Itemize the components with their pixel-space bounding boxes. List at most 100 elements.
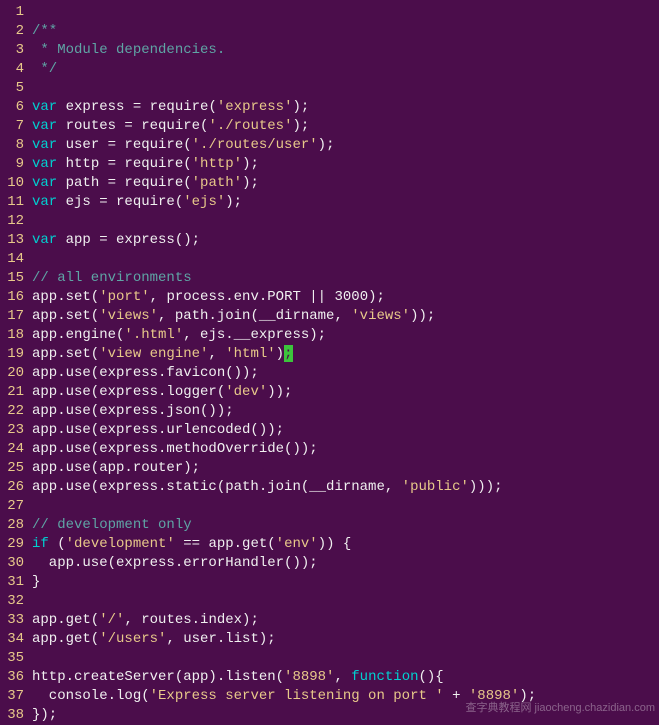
line-number: 36 [0, 668, 24, 687]
line-number: 33 [0, 611, 24, 630]
code-line: var path = require('path'); [32, 174, 659, 193]
code-line: app.set('view engine', 'html'); [32, 345, 659, 364]
code-editor: 1234567891011121314151617181920212223242… [0, 0, 659, 725]
code-content: /** * Module dependencies. */ var express… [32, 3, 659, 725]
code-line: app.set('views', path.join(__dirname, 'v… [32, 307, 659, 326]
token-str: './routes/user' [192, 137, 318, 153]
line-number: 17 [0, 307, 24, 326]
line-number: 30 [0, 554, 24, 573]
token-str: 'env' [276, 536, 318, 552]
token-kw: var [32, 175, 57, 191]
token-kw: var [32, 194, 57, 210]
token-ident: app = express(); [57, 232, 200, 248]
line-number: 9 [0, 155, 24, 174]
token-ident: app.engine( [32, 327, 124, 343]
line-number: 25 [0, 459, 24, 478]
line-number: 16 [0, 288, 24, 307]
token-ident: + [444, 688, 469, 704]
line-number: 34 [0, 630, 24, 649]
token-str: 'view engine' [99, 346, 208, 362]
code-line: var express = require('express'); [32, 98, 659, 117]
token-ident: app.get( [32, 612, 99, 628]
token-ident: app.use(app.router); [32, 460, 200, 476]
token-ident: app.use(express.errorHandler()); [32, 555, 318, 571]
token-ident: } [32, 574, 40, 590]
token-ident: ); [368, 289, 385, 305]
token-ident: , path.join(__dirname, [158, 308, 351, 324]
line-number: 7 [0, 117, 24, 136]
token-ident: , [334, 669, 351, 685]
token-comment: */ [32, 61, 57, 77]
code-line: * Module dependencies. [32, 41, 659, 60]
code-line: http.createServer(app).listen('8898', fu… [32, 668, 659, 687]
token-ident: user = require( [57, 137, 191, 153]
token-ident: console.log( [32, 688, 150, 704]
code-line: app.use(express.logger('dev')); [32, 383, 659, 402]
code-line: /** [32, 22, 659, 41]
token-ident: ); [519, 688, 536, 704]
code-line: app.get('/users', user.list); [32, 630, 659, 649]
token-ident: ))); [469, 479, 503, 495]
token-num: 3000 [334, 289, 368, 305]
code-line: var routes = require('./routes'); [32, 117, 659, 136]
code-line: }); [32, 706, 659, 725]
code-line: app.use(express.favicon()); [32, 364, 659, 383]
line-number: 11 [0, 193, 24, 212]
token-ident: routes = require( [57, 118, 208, 134]
line-number: 10 [0, 174, 24, 193]
line-number: 5 [0, 79, 24, 98]
token-ident: , user.list); [166, 631, 275, 647]
line-number: 38 [0, 706, 24, 725]
line-number: 21 [0, 383, 24, 402]
line-number: 31 [0, 573, 24, 592]
token-ident: path = require( [57, 175, 191, 191]
token-kw: var [32, 137, 57, 153]
token-str: 'dev' [225, 384, 267, 400]
line-number: 8 [0, 136, 24, 155]
token-ident: app.use(express.favicon()); [32, 365, 259, 381]
line-number: 23 [0, 421, 24, 440]
token-ident: ); [225, 194, 242, 210]
token-ident: }); [32, 707, 57, 723]
token-comment: // development only [32, 517, 192, 533]
token-comment: /** [32, 23, 57, 39]
line-number: 26 [0, 478, 24, 497]
code-line: app.engine('.html', ejs.__express); [32, 326, 659, 345]
token-str: 'express' [217, 99, 293, 115]
line-number: 27 [0, 497, 24, 516]
token-str: '.html' [124, 327, 183, 343]
line-number: 18 [0, 326, 24, 345]
token-ident: app.set( [32, 308, 99, 324]
token-ident: , ejs.__express); [183, 327, 326, 343]
token-ident: )); [410, 308, 435, 324]
token-ident: ); [242, 156, 259, 172]
code-line [32, 497, 659, 516]
code-line: app.use(express.static(path.join(__dirna… [32, 478, 659, 497]
code-line: if ('development' == app.get('env')) { [32, 535, 659, 554]
token-ident: http.createServer(app).listen( [32, 669, 284, 685]
line-number: 1 [0, 3, 24, 22]
code-line: app.use(express.json()); [32, 402, 659, 421]
line-number: 35 [0, 649, 24, 668]
line-number: 29 [0, 535, 24, 554]
token-ident: ); [318, 137, 335, 153]
code-line: } [32, 573, 659, 592]
code-line: app.use(express.methodOverride()); [32, 440, 659, 459]
token-comment: // all environments [32, 270, 192, 286]
code-line: app.use(express.errorHandler()); [32, 554, 659, 573]
token-ident: , routes.index); [124, 612, 258, 628]
token-str: '8898' [284, 669, 334, 685]
token-ident: , process.env.PORT || [150, 289, 335, 305]
token-str: 'views' [99, 308, 158, 324]
token-ident: ); [292, 118, 309, 134]
token-ident: , [208, 346, 225, 362]
token-str: 'http' [192, 156, 242, 172]
token-ident: == app.get( [175, 536, 276, 552]
token-ident: app.get( [32, 631, 99, 647]
code-line: var http = require('http'); [32, 155, 659, 174]
code-line: // all environments [32, 269, 659, 288]
line-number: 19 [0, 345, 24, 364]
code-line: app.use(app.router); [32, 459, 659, 478]
token-ident: app.use(express.static(path.join(__dirna… [32, 479, 402, 495]
code-line: var user = require('./routes/user'); [32, 136, 659, 155]
